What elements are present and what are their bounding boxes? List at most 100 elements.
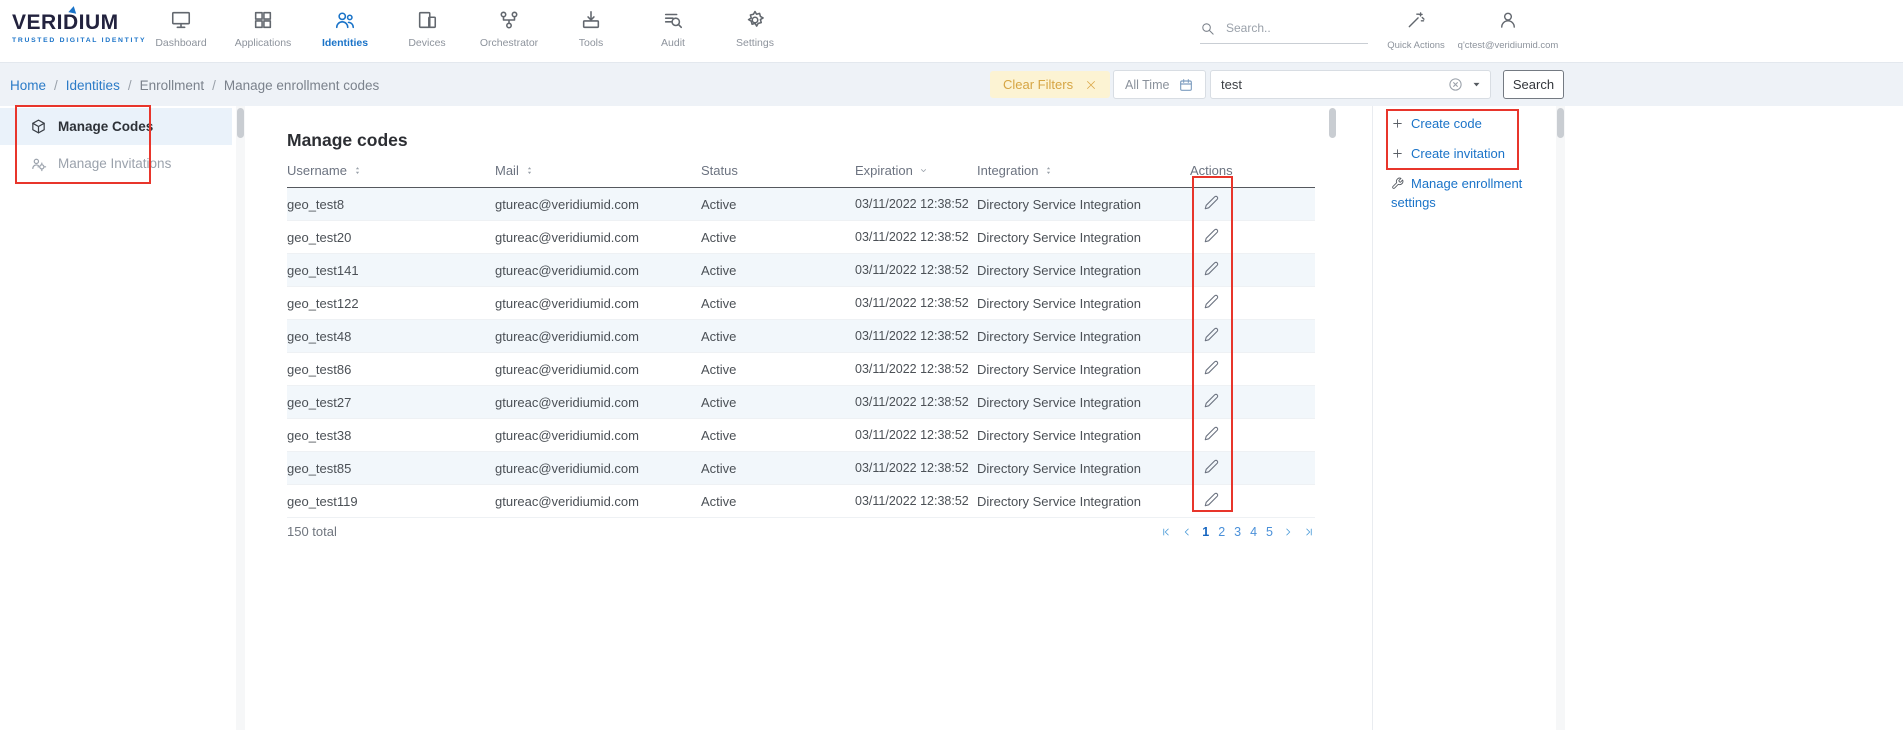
cell-actions bbox=[1190, 261, 1315, 279]
cell-status: Active bbox=[701, 230, 855, 245]
nav-item-applications[interactable]: Applications bbox=[222, 0, 304, 62]
edit-pencil-icon[interactable] bbox=[1204, 459, 1219, 474]
page-number-4[interactable]: 4 bbox=[1250, 525, 1257, 539]
page-number-1[interactable]: 1 bbox=[1202, 525, 1209, 539]
chevron-down-icon[interactable] bbox=[1471, 79, 1490, 90]
clear-search-icon[interactable] bbox=[1448, 77, 1471, 92]
nav-item-identities[interactable]: Identities bbox=[304, 0, 386, 62]
cell-status: Active bbox=[701, 263, 855, 278]
nav-item-audit[interactable]: Audit bbox=[632, 0, 714, 62]
cell-username: geo_test20 bbox=[287, 230, 495, 245]
edit-pencil-icon[interactable] bbox=[1204, 327, 1219, 342]
table-row: geo_test27gtureac@veridiumid.comActive03… bbox=[287, 386, 1315, 419]
table-row: geo_test85gtureac@veridiumid.comActive03… bbox=[287, 452, 1315, 485]
sidebar-item-manage-invitations[interactable]: Manage Invitations bbox=[0, 145, 232, 182]
page-scrollbar-thumb[interactable] bbox=[1557, 108, 1564, 138]
edit-pencil-icon[interactable] bbox=[1204, 426, 1219, 441]
user-menu[interactable]: q'ctest@veridiumid.com bbox=[1452, 10, 1564, 51]
cell-integration: Directory Service Integration bbox=[977, 494, 1190, 509]
breadcrumb-item[interactable]: Home bbox=[10, 78, 46, 93]
column-label: Mail bbox=[495, 163, 519, 178]
time-range-filter[interactable]: All Time bbox=[1113, 70, 1206, 99]
breadcrumb-item[interactable]: Identities bbox=[66, 78, 120, 93]
last-page-icon[interactable] bbox=[1303, 526, 1315, 538]
cell-status: Active bbox=[701, 362, 855, 377]
prev-page-icon[interactable] bbox=[1181, 526, 1193, 538]
column-label: Integration bbox=[977, 163, 1038, 178]
quick-actions-button[interactable]: Quick Actions bbox=[1386, 10, 1446, 51]
clear-filters-button[interactable]: Clear Filters bbox=[990, 71, 1110, 98]
search-button[interactable]: Search bbox=[1503, 70, 1564, 99]
sidebar-item-manage-codes[interactable]: Manage Codes bbox=[0, 108, 232, 145]
nav-label: Audit bbox=[661, 37, 685, 49]
main-scrollbar-thumb[interactable] bbox=[1329, 108, 1336, 138]
wrench-icon bbox=[1391, 177, 1404, 195]
edit-pencil-icon[interactable] bbox=[1204, 261, 1219, 276]
breadcrumb-separator: / bbox=[128, 78, 132, 93]
cell-actions bbox=[1190, 426, 1315, 444]
column-header-integration[interactable]: Integration bbox=[977, 163, 1190, 178]
manage-enrollment-settings-link[interactable]: Manage enrollment settings bbox=[1391, 176, 1523, 212]
nav-item-tools[interactable]: Tools bbox=[550, 0, 632, 62]
content-area: Manage CodesManage Invitations Manage co… bbox=[0, 106, 1566, 730]
nav-item-orchestrator[interactable]: Orchestrator bbox=[468, 0, 550, 62]
breadcrumb-item: Enrollment bbox=[140, 78, 205, 93]
cell-mail: gtureac@veridiumid.com bbox=[495, 230, 701, 245]
cell-expiration: 03/11/2022 12:38:52 bbox=[855, 263, 977, 277]
cell-status: Active bbox=[701, 494, 855, 509]
page-number-3[interactable]: 3 bbox=[1234, 525, 1241, 539]
filter-search bbox=[1210, 70, 1491, 99]
column-header-expiration[interactable]: Expiration bbox=[855, 163, 977, 178]
cell-actions bbox=[1190, 228, 1315, 246]
edit-pencil-icon[interactable] bbox=[1204, 195, 1219, 210]
brand-tagline: TRUSTED DIGITAL IDENTITY bbox=[12, 37, 146, 44]
global-search-input[interactable] bbox=[1224, 20, 1349, 36]
nav-label: Applications bbox=[235, 37, 292, 49]
create-code-link[interactable]: Create code bbox=[1391, 116, 1523, 135]
nav-item-dashboard[interactable]: Dashboard bbox=[140, 0, 222, 62]
edit-pencil-icon[interactable] bbox=[1204, 360, 1219, 375]
edit-pencil-icon[interactable] bbox=[1204, 294, 1219, 309]
sidebar-items: Manage CodesManage Invitations bbox=[0, 108, 232, 182]
edit-pencil-icon[interactable] bbox=[1204, 393, 1219, 408]
veridium-logo[interactable]: VERIDIUM TRUSTED DIGITAL IDENTITY bbox=[12, 11, 146, 44]
close-icon[interactable] bbox=[1085, 79, 1097, 91]
column-header-actions: Actions bbox=[1190, 163, 1315, 178]
cell-integration: Directory Service Integration bbox=[977, 428, 1190, 443]
cell-username: geo_test141 bbox=[287, 263, 495, 278]
panel-link-label: Create invitation bbox=[1411, 146, 1505, 161]
breadcrumb-item: Manage enrollment codes bbox=[224, 78, 379, 93]
cell-actions bbox=[1190, 294, 1315, 312]
create-invitation-link[interactable]: Create invitation bbox=[1391, 146, 1523, 165]
nav-item-devices[interactable]: Devices bbox=[386, 0, 468, 62]
total-count: 150 total bbox=[287, 524, 337, 539]
cell-mail: gtureac@veridiumid.com bbox=[495, 329, 701, 344]
filter-search-input[interactable] bbox=[1211, 77, 1448, 92]
sidebar-scrollbar-thumb[interactable] bbox=[237, 108, 244, 138]
first-page-icon[interactable] bbox=[1160, 526, 1172, 538]
table-row: geo_test20gtureac@veridiumid.comActive03… bbox=[287, 221, 1315, 254]
cell-username: geo_test8 bbox=[287, 197, 495, 212]
table-row: geo_test86gtureac@veridiumid.comActive03… bbox=[287, 353, 1315, 386]
actions-panel: Create code Create invitation Manage enrol… bbox=[1372, 106, 1566, 730]
cell-expiration: 03/11/2022 12:38:52 bbox=[855, 494, 977, 508]
edit-pencil-icon[interactable] bbox=[1204, 228, 1219, 243]
sort-icon bbox=[1043, 165, 1054, 176]
column-label: Username bbox=[287, 163, 347, 178]
cell-mail: gtureac@veridiumid.com bbox=[495, 197, 701, 212]
nav-item-settings[interactable]: Settings bbox=[714, 0, 796, 62]
nav-label: Dashboard bbox=[155, 37, 206, 49]
cell-expiration: 03/11/2022 12:38:52 bbox=[855, 329, 977, 343]
quick-actions-label: Quick Actions bbox=[1386, 40, 1446, 51]
cell-username: geo_test38 bbox=[287, 428, 495, 443]
next-page-icon[interactable] bbox=[1282, 526, 1294, 538]
table-row: geo_test48gtureac@veridiumid.comActive03… bbox=[287, 320, 1315, 353]
page-number-2[interactable]: 2 bbox=[1218, 525, 1225, 539]
column-header-username[interactable]: Username bbox=[287, 163, 495, 178]
cell-actions bbox=[1190, 459, 1315, 477]
column-header-mail[interactable]: Mail bbox=[495, 163, 701, 178]
dashboard-icon bbox=[170, 9, 192, 31]
page-number-5[interactable]: 5 bbox=[1266, 525, 1273, 539]
edit-pencil-icon[interactable] bbox=[1204, 492, 1219, 507]
settings-icon bbox=[744, 9, 766, 31]
